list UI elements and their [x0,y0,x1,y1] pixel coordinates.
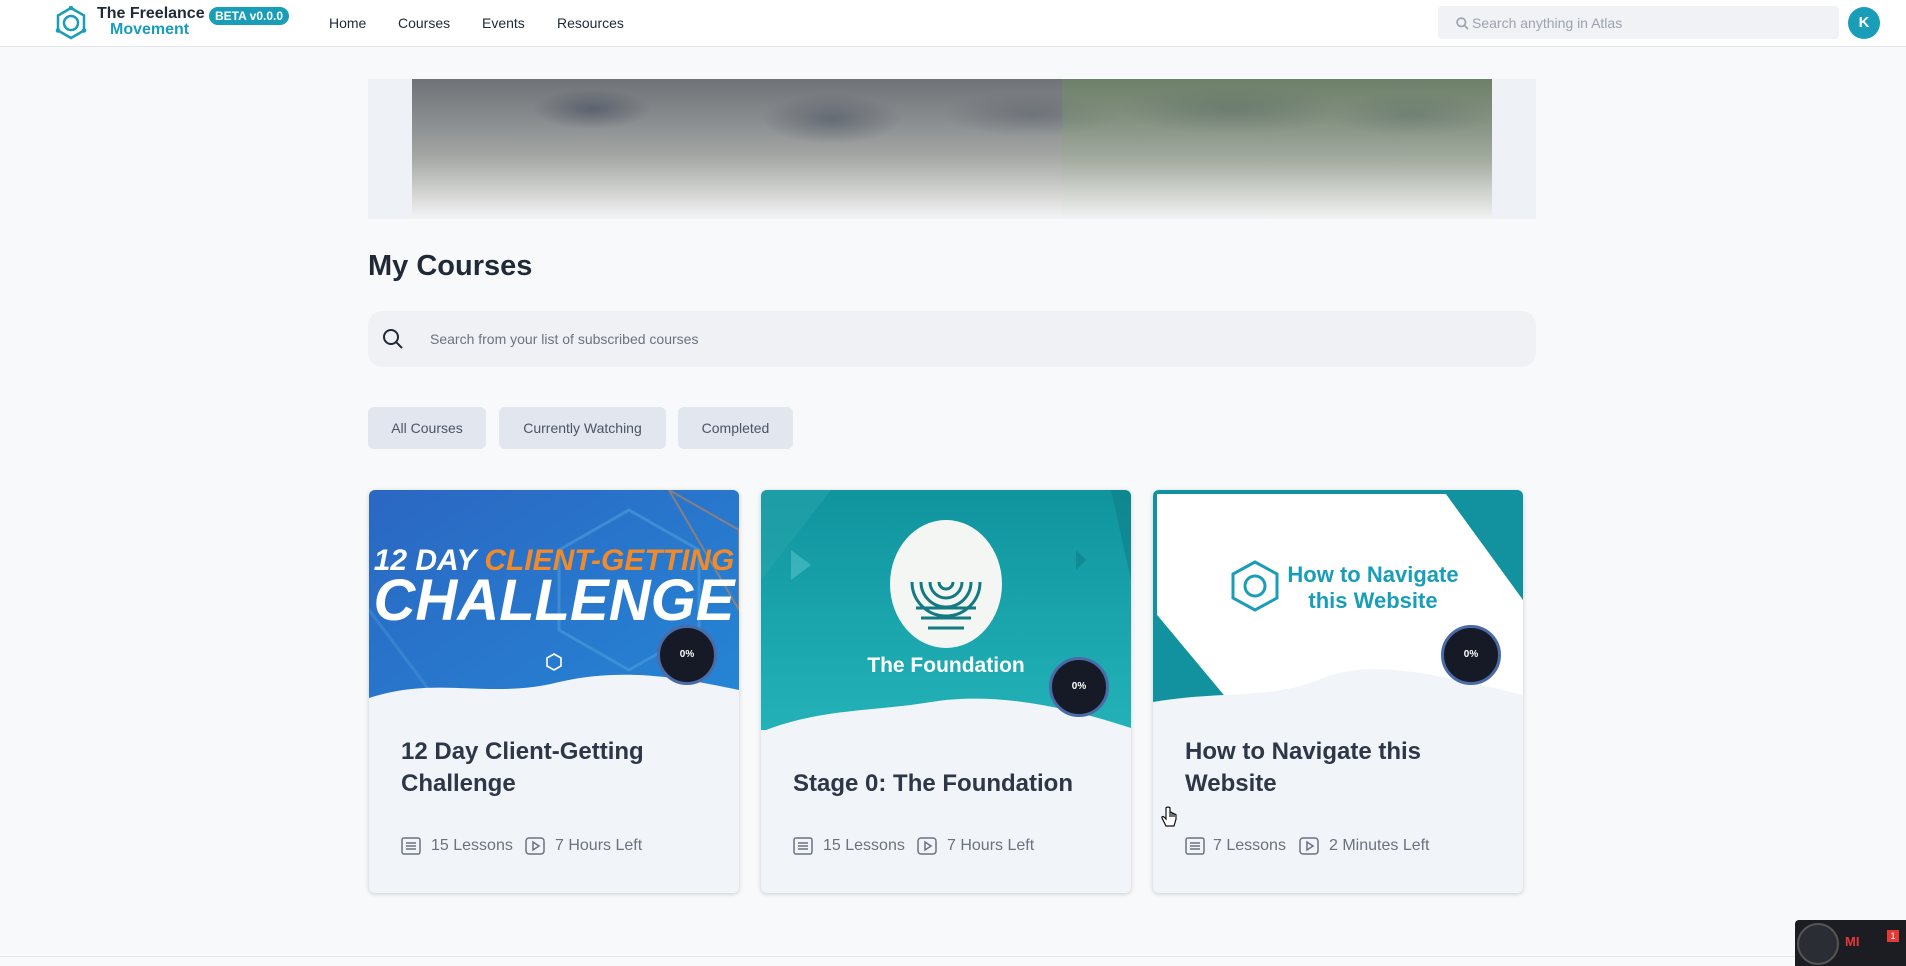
system-tray-widget[interactable]: MI 1 [1795,920,1906,966]
lessons-count: 15 Lessons [823,837,905,854]
logo-icon[interactable] [54,6,88,40]
global-search-input[interactable] [1472,6,1832,39]
course-card[interactable]: The Foundation 0% Stage 0: The Foundatio… [761,490,1131,893]
course-card[interactable]: 12 DAY CLIENT-GETTING CHALLENGE 0% 12 Da… [369,490,739,893]
time-left: 7 Hours Left [555,837,643,854]
lessons-icon [1185,837,1205,855]
tab-completed[interactable]: Completed [678,407,793,449]
play-icon [525,837,545,855]
hero-banner [368,79,1536,219]
thumb-text-this-website: this Website [1308,588,1437,613]
thumb-text-challenge: CHALLENGE [374,568,737,633]
tray-label: MI [1845,934,1860,949]
top-navbar: The Freelance Movement BETA v0.0.0 Home … [0,0,1906,47]
course-search-input[interactable] [430,311,1520,367]
nav-courses[interactable]: Courses [398,15,450,31]
banner-image [412,79,1492,219]
course-thumbnail[interactable]: 12 DAY CLIENT-GETTING CHALLENGE [369,490,739,730]
progress-indicator: 0% [657,625,717,685]
time-left: 7 Hours Left [947,837,1035,854]
page-divider [0,956,1906,957]
thumb-text-foundation: The Foundation [867,654,1024,677]
play-icon [917,837,937,855]
global-search-box[interactable] [1438,6,1839,39]
notification-badge: 1 [1887,930,1899,942]
lessons-count: 7 Lessons [1213,837,1286,854]
progress-indicator: 0% [1441,625,1501,685]
search-icon [1456,17,1469,30]
course-card[interactable]: How to Navigate this Website 0% How to N… [1153,490,1523,893]
page-title: My Courses [368,250,533,282]
search-icon [383,329,403,349]
brand-name-line2[interactable]: Movement [110,21,189,39]
lessons-icon [793,837,813,855]
nav-home[interactable]: Home [329,15,366,31]
course-title[interactable]: 12 Day Client-Getting Challenge [401,736,721,800]
thumb-text-how-to-navigate: How to Navigate [1287,562,1458,587]
course-thumbnail[interactable]: How to Navigate this Website [1153,490,1523,730]
time-left: 2 Minutes Left [1329,837,1430,854]
play-icon [1299,837,1319,855]
course-title[interactable]: Stage 0: The Foundation [793,768,1113,800]
user-avatar[interactable]: K [1848,7,1880,39]
nav-events[interactable]: Events [482,15,525,31]
hand-icon[interactable] [1797,923,1839,965]
nav-resources[interactable]: Resources [557,15,624,31]
beta-badge: BETA v0.0.0 [209,7,290,25]
tab-currently-watching[interactable]: Currently Watching [499,407,666,449]
hand-cursor-icon [1161,806,1177,827]
course-title[interactable]: How to Navigate this Website [1185,736,1505,800]
tab-all-courses[interactable]: All Courses [368,407,486,449]
lessons-count: 15 Lessons [431,837,513,854]
course-search-box[interactable] [368,311,1536,367]
progress-indicator: 0% [1049,657,1109,717]
lessons-icon [401,837,421,855]
